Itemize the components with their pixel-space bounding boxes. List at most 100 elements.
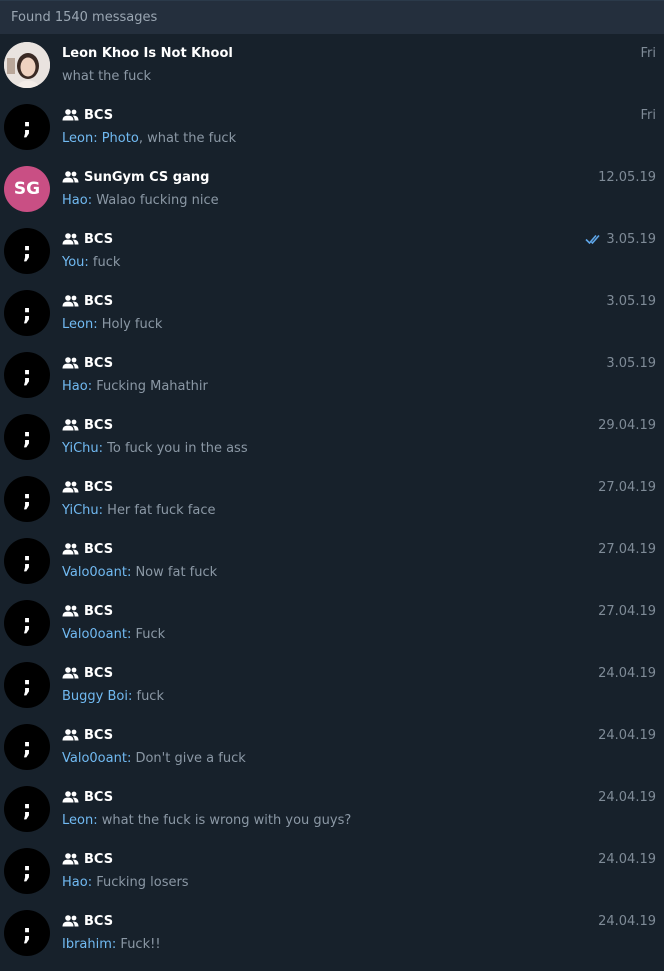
message-sender: Hao: <box>62 379 93 394</box>
result-title-line: BCS 29.04.19 <box>62 416 656 434</box>
avatar-text: ; <box>22 548 32 574</box>
result-title-line: BCS 3.05.19 <box>62 354 656 372</box>
message-text: Walao fucking nice <box>92 193 219 208</box>
avatar-text: ; <box>22 796 32 822</box>
message-preview: Leon: Holy fuck <box>62 317 656 332</box>
message-date-text: 24.04.19 <box>598 665 656 681</box>
chat-name: BCS <box>84 417 114 433</box>
message-text: Fucking losers <box>92 875 189 890</box>
message-date-text: 24.04.19 <box>598 727 656 743</box>
message-date-text: 24.04.19 <box>598 789 656 805</box>
message-text: Holy fuck <box>97 317 163 332</box>
message-date: 12.05.19 <box>598 170 656 185</box>
message-preview: Valo0oant: Now fat fuck <box>62 565 656 580</box>
message-date: 24.04.19 <box>598 790 656 805</box>
message-preview: Hao: Fucking losers <box>62 875 656 890</box>
result-title-line: BCS 24.04.19 <box>62 788 656 806</box>
avatar: ; <box>4 414 50 460</box>
search-result-row[interactable]: ; BCS 24.04.19 Hao: Fucking losers <box>0 840 664 902</box>
group-icon <box>62 604 79 618</box>
search-result-row[interactable]: ; BCS 24.04.19 Buggy Boi: fuck <box>0 654 664 716</box>
message-text: , what the fuck <box>138 131 237 146</box>
chat-name: BCS <box>84 913 114 929</box>
chat-name: BCS <box>84 541 114 557</box>
avatar: ; <box>4 352 50 398</box>
message-sender: Ibrahim: <box>62 937 117 952</box>
search-result-row[interactable]: ; BCS 29.04.19 YiChu: To fuck you in the as… <box>0 406 664 468</box>
message-sender: Valo0oant: <box>62 751 132 766</box>
result-title-line: BCS 24.04.19 <box>62 726 656 744</box>
search-result-row[interactable]: ; BCS Fri Leon: Photo, what the fuck <box>0 96 664 158</box>
chat-name: BCS <box>84 293 114 309</box>
message-text: Now fat fuck <box>131 565 218 580</box>
chat-name: BCS <box>84 727 114 743</box>
search-result-row[interactable]: ; BCS 3.05.19 You: fuck <box>0 220 664 282</box>
result-title-line: BCS 27.04.19 <box>62 540 656 558</box>
message-preview: Hao: Fucking Mahathir <box>62 379 656 394</box>
avatar-text: ; <box>22 238 32 264</box>
message-date: 24.04.19 <box>598 666 656 681</box>
avatar-text: ; <box>22 672 32 698</box>
search-result-row[interactable]: ; BCS 27.04.19 Valo0oant: Fuck <box>0 592 664 654</box>
avatar-text: ; <box>22 486 32 512</box>
avatar: ; <box>4 662 50 708</box>
result-title-line: BCS 27.04.19 <box>62 602 656 620</box>
message-date-text: 3.05.19 <box>606 355 656 371</box>
group-icon <box>62 170 79 184</box>
result-title-line: BCS 27.04.19 <box>62 478 656 496</box>
search-result-row[interactable]: ; BCS 24.04.19 Valo0oant: Don't give a fuck <box>0 716 664 778</box>
avatar-text: SG <box>13 179 41 199</box>
avatar-text: ; <box>22 734 32 760</box>
message-sender: Buggy Boi: <box>62 689 133 704</box>
message-date: 3.05.19 <box>606 356 656 371</box>
result-title-line: BCS 3.05.19 <box>62 230 656 248</box>
message-date: 27.04.19 <box>598 604 656 619</box>
found-count-label: Found 1540 messages <box>11 10 158 25</box>
message-date-text: 29.04.19 <box>598 417 656 433</box>
search-result-row[interactable]: Leon Khoo Is Not Khool Fri what the fuck <box>0 34 664 96</box>
avatar: ; <box>4 724 50 770</box>
message-date: Fri <box>641 108 657 123</box>
avatar-text: ; <box>22 610 32 636</box>
avatar: SG <box>4 166 50 212</box>
group-icon <box>62 294 79 308</box>
message-preview: Leon: Photo, what the fuck <box>62 131 656 146</box>
search-results-header: Found 1540 messages <box>0 0 664 34</box>
message-preview: YiChu: Her fat fuck face <box>62 503 656 518</box>
chat-name: BCS <box>84 603 114 619</box>
chat-name: BCS <box>84 789 114 805</box>
result-title-line: SunGym CS gang 12.05.19 <box>62 168 656 186</box>
avatar: ; <box>4 848 50 894</box>
message-text: Don't give a fuck <box>131 751 246 766</box>
search-result-row[interactable]: SG SunGym CS gang 12.05.19 Hao: Walao fucki… <box>0 158 664 220</box>
search-result-row[interactable]: ; BCS 27.04.19 YiChu: Her fat fuck face <box>0 468 664 530</box>
search-result-row[interactable]: ; BCS 3.05.19 Leon: Holy fuck <box>0 282 664 344</box>
group-icon <box>62 852 79 866</box>
group-icon <box>62 728 79 742</box>
avatar: ; <box>4 290 50 336</box>
chat-name: SunGym CS gang <box>84 169 210 185</box>
message-sender: Leon: <box>62 317 98 332</box>
chat-name: BCS <box>84 107 114 123</box>
message-preview: Valo0oant: Don't give a fuck <box>62 751 656 766</box>
message-date: 27.04.19 <box>598 542 656 557</box>
message-preview: Hao: Walao fucking nice <box>62 193 656 208</box>
message-preview: Valo0oant: Fuck <box>62 627 656 642</box>
search-result-row[interactable]: ; BCS 24.04.19 Ibrahim: Fuck!! <box>0 902 664 964</box>
message-date-text: 3.05.19 <box>606 231 656 247</box>
message-date-text: 27.04.19 <box>598 541 656 557</box>
message-preview: YiChu: To fuck you in the ass <box>62 441 656 456</box>
result-title-line: BCS 24.04.19 <box>62 850 656 868</box>
avatar: ; <box>4 104 50 150</box>
avatar-text: ; <box>22 300 32 326</box>
search-result-row[interactable]: ; BCS 3.05.19 Hao: Fucking Mahathir <box>0 344 664 406</box>
group-icon <box>62 418 79 432</box>
avatar: ; <box>4 910 50 956</box>
search-results-list: Leon Khoo Is Not Khool Fri what the fuck; B… <box>0 34 664 964</box>
result-title-line: BCS 24.04.19 <box>62 664 656 682</box>
search-result-row[interactable]: ; BCS 27.04.19 Valo0oant: Now fat fuck <box>0 530 664 592</box>
search-result-row[interactable]: ; BCS 24.04.19 Leon: what the fuck is wrong… <box>0 778 664 840</box>
group-icon <box>62 356 79 370</box>
avatar-text: ; <box>22 858 32 884</box>
message-text: Fuck!! <box>116 937 161 952</box>
